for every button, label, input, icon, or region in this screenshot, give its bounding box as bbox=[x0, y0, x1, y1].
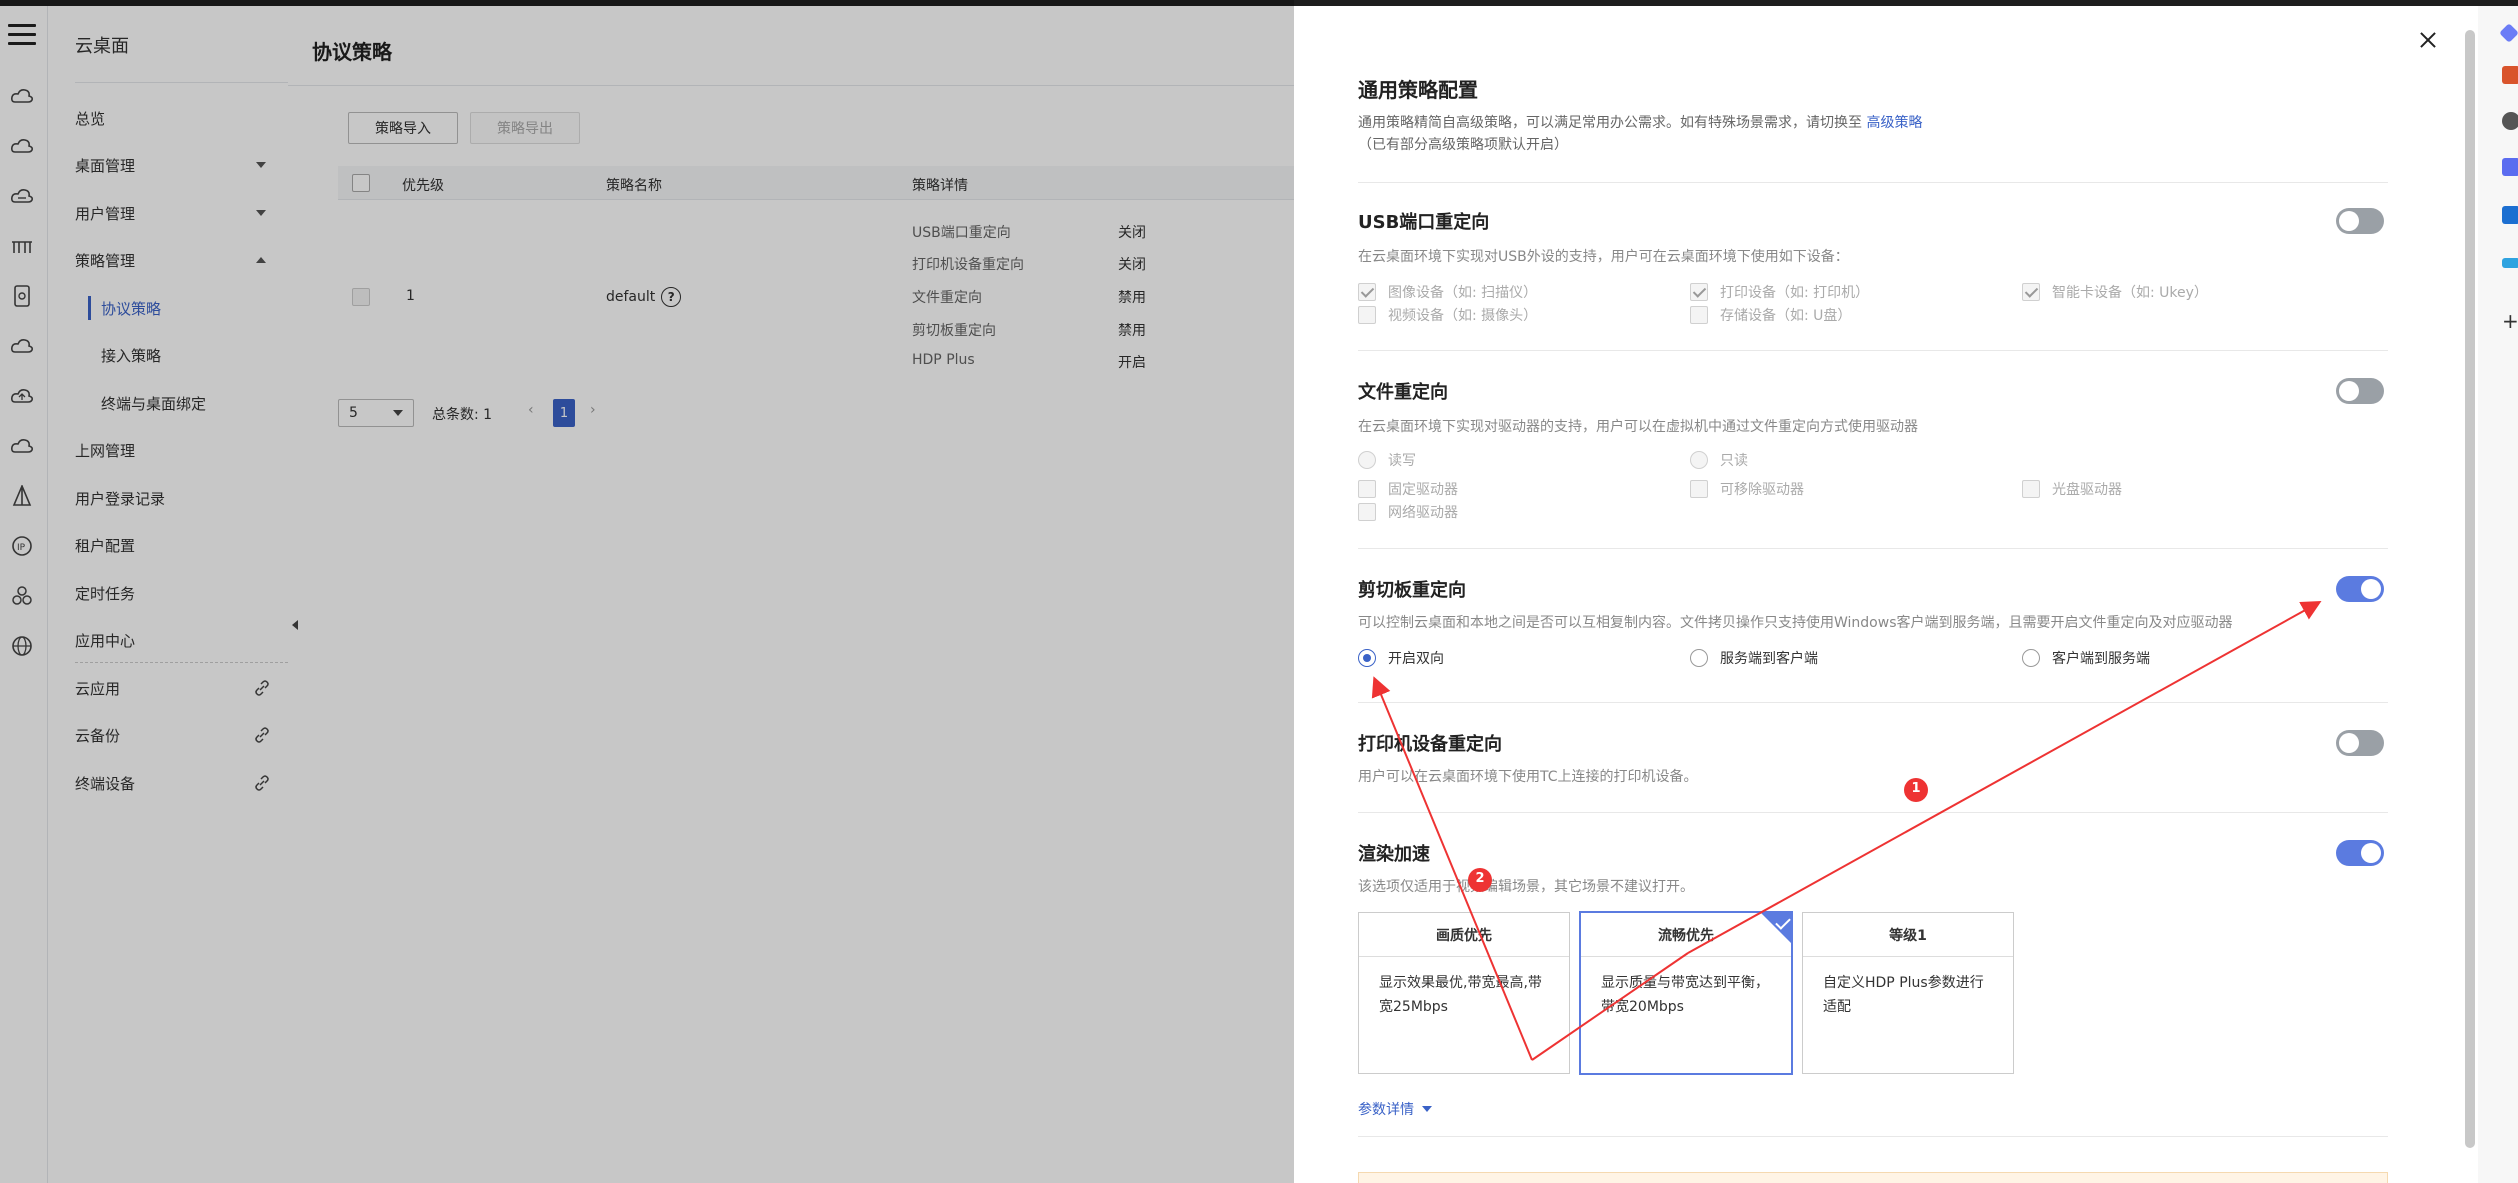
divider bbox=[1358, 1136, 2388, 1137]
chevron-down-icon bbox=[1422, 1106, 1432, 1112]
checkbox[interactable] bbox=[1358, 503, 1376, 521]
checkbox[interactable] bbox=[1358, 306, 1376, 324]
usb-option-smartcard[interactable]: 智能卡设备（如: Ukey） bbox=[2022, 282, 2208, 302]
drawer-scrollbar[interactable] bbox=[2465, 30, 2475, 1148]
render-card-smooth[interactable]: 流畅优先 显示质量与带宽达到平衡，带宽20Mbps bbox=[1580, 912, 1792, 1074]
browser-side-strip: + bbox=[2478, 6, 2518, 1183]
card-title: 画质优先 bbox=[1359, 913, 1569, 957]
render-accel-desc: 该选项仅适用于视频编辑场景，其它场景不建议打开。 bbox=[1358, 879, 1694, 895]
printer-redirect-title: 打印机设备重定向 bbox=[1358, 734, 1502, 755]
printer-redirect-desc: 用户可以在云桌面环境下使用TC上连接的打印机设备。 bbox=[1358, 769, 1698, 785]
usb-option-storage[interactable]: 存储设备（如: U盘） bbox=[1690, 305, 1851, 325]
policy-config-drawer: 通用策略配置 通用策略精简自高级策略，可以满足常用办公需求。如有特殊场景需求，请… bbox=[1294, 6, 2478, 1183]
option-label: 开启双向 bbox=[1388, 651, 1444, 667]
option-label: 固定驱动器 bbox=[1388, 482, 1458, 498]
checkbox[interactable] bbox=[1690, 480, 1708, 498]
drawer-title: 通用策略配置 bbox=[1358, 78, 1478, 102]
modal-overlay[interactable] bbox=[0, 0, 1294, 1183]
param-details-label: 参数详情 bbox=[1358, 1102, 1414, 1118]
extension-icon[interactable] bbox=[2499, 23, 2518, 43]
radio-selected[interactable] bbox=[1358, 649, 1376, 667]
option-label: 可移除驱动器 bbox=[1720, 482, 1804, 498]
divider bbox=[1358, 702, 2388, 703]
add-icon[interactable]: + bbox=[2502, 311, 2518, 331]
option-label: 服务端到客户端 bbox=[1720, 651, 1818, 667]
notice-banner bbox=[1358, 1172, 2388, 1183]
checkbox[interactable] bbox=[2022, 283, 2040, 301]
drawer-description-text: 通用策略精简自高级策略，可以满足常用办公需求。如有特殊场景需求，请切换至 bbox=[1358, 115, 1862, 131]
radio[interactable] bbox=[1690, 451, 1708, 469]
outlook-icon[interactable] bbox=[2502, 206, 2518, 224]
file-mode-readonly[interactable]: 只读 bbox=[1690, 450, 1748, 470]
option-label: 客户端到服务端 bbox=[2052, 651, 2150, 667]
option-label: 读写 bbox=[1388, 453, 1416, 469]
annotation-label-2: 2 bbox=[1475, 871, 1485, 886]
radio[interactable] bbox=[1358, 451, 1376, 469]
close-icon[interactable] bbox=[2416, 28, 2440, 52]
divider bbox=[1358, 548, 2388, 549]
card-body: 显示效果最优,带宽最高,带宽25Mbps bbox=[1379, 975, 1542, 1015]
card-body: 自定义HDP Plus参数进行适配 bbox=[1823, 975, 1984, 1015]
usb-redirect-desc: 在云桌面环境下实现对USB外设的支持，用户可在云桌面环境下使用如下设备： bbox=[1358, 249, 1849, 265]
checkbox[interactable] bbox=[1690, 306, 1708, 324]
param-details-link[interactable]: 参数详情 bbox=[1358, 1099, 1432, 1119]
drawer-description: 通用策略精简自高级策略，可以满足常用办公需求。如有特殊场景需求，请切换至 高级策… bbox=[1358, 112, 1922, 132]
clipboard-redirect-toggle[interactable] bbox=[2336, 576, 2384, 602]
clipboard-option-bidirectional[interactable]: 开启双向 bbox=[1358, 648, 1444, 668]
toolbox-icon[interactable] bbox=[2502, 66, 2518, 84]
radio[interactable] bbox=[1690, 649, 1708, 667]
drawer-description-note: （已有部分高级策略项默认开启） bbox=[1358, 137, 1568, 153]
file-redirect-toggle[interactable] bbox=[2336, 378, 2384, 404]
usb-option-image[interactable]: 图像设备（如: 扫描仪） bbox=[1358, 282, 1537, 302]
file-redirect-title: 文件重定向 bbox=[1358, 382, 1448, 403]
clipboard-redirect-title: 剪切板重定向 bbox=[1358, 580, 1466, 601]
card-title: 流畅优先 bbox=[1581, 913, 1791, 957]
divider bbox=[1358, 812, 2388, 813]
option-label: 图像设备（如: 扫描仪） bbox=[1388, 285, 1538, 301]
card-body: 显示质量与带宽达到平衡，带宽20Mbps bbox=[1601, 975, 1769, 1015]
drive-removable[interactable]: 可移除驱动器 bbox=[1690, 479, 1804, 499]
option-label: 光盘驱动器 bbox=[2052, 482, 2122, 498]
checkbox[interactable] bbox=[1690, 283, 1708, 301]
divider bbox=[1358, 182, 2388, 183]
option-label: 网络驱动器 bbox=[1388, 505, 1458, 521]
annotation-label-1: 1 bbox=[1911, 781, 1921, 796]
radio[interactable] bbox=[2022, 649, 2040, 667]
divider bbox=[1358, 350, 2388, 351]
drive-network[interactable]: 网络驱动器 bbox=[1358, 502, 1458, 522]
clipboard-option-server-to-client[interactable]: 服务端到客户端 bbox=[1690, 648, 1818, 668]
app-icon[interactable] bbox=[2502, 158, 2518, 176]
usb-option-video[interactable]: 视频设备（如: 摄像头） bbox=[1358, 305, 1537, 325]
file-mode-readwrite[interactable]: 读写 bbox=[1358, 450, 1416, 470]
advanced-policy-link[interactable]: 高级策略 bbox=[1866, 115, 1922, 131]
drive-optical[interactable]: 光盘驱动器 bbox=[2022, 479, 2122, 499]
render-accel-toggle[interactable] bbox=[2336, 840, 2384, 866]
usb-redirect-title: USB端口重定向 bbox=[1358, 212, 1490, 233]
usb-option-printer[interactable]: 打印设备（如: 打印机） bbox=[1690, 282, 1869, 302]
render-accel-title: 渲染加速 bbox=[1358, 844, 1430, 865]
file-redirect-desc: 在云桌面环境下实现对驱动器的支持，用户可以在虚拟机中通过文件重定向方式使用驱动器 bbox=[1358, 419, 1918, 435]
clipboard-redirect-desc: 可以控制云桌面和本地之间是否可以互相复制内容。文件拷贝操作只支持使用Window… bbox=[1358, 615, 2233, 631]
plane-icon[interactable] bbox=[2502, 258, 2518, 268]
render-card-level1[interactable]: 等级1 自定义HDP Plus参数进行适配 bbox=[1802, 912, 2014, 1074]
checkbox[interactable] bbox=[1358, 283, 1376, 301]
checkbox[interactable] bbox=[2022, 480, 2040, 498]
drive-fixed[interactable]: 固定驱动器 bbox=[1358, 479, 1458, 499]
usb-redirect-toggle[interactable] bbox=[2336, 208, 2384, 234]
option-label: 存储设备（如: U盘） bbox=[1720, 308, 1852, 324]
checkbox[interactable] bbox=[1358, 480, 1376, 498]
printer-redirect-toggle[interactable] bbox=[2336, 730, 2384, 756]
option-label: 只读 bbox=[1720, 453, 1748, 469]
clipboard-option-client-to-server[interactable]: 客户端到服务端 bbox=[2022, 648, 2150, 668]
card-title: 等级1 bbox=[1803, 913, 2013, 957]
option-label: 视频设备（如: 摄像头） bbox=[1388, 308, 1538, 324]
profile-icon[interactable] bbox=[2502, 112, 2518, 130]
option-label: 打印设备（如: 打印机） bbox=[1720, 285, 1870, 301]
option-label: 智能卡设备（如: Ukey） bbox=[2052, 285, 2208, 301]
render-card-quality[interactable]: 画质优先 显示效果最优,带宽最高,带宽25Mbps bbox=[1358, 912, 1570, 1074]
